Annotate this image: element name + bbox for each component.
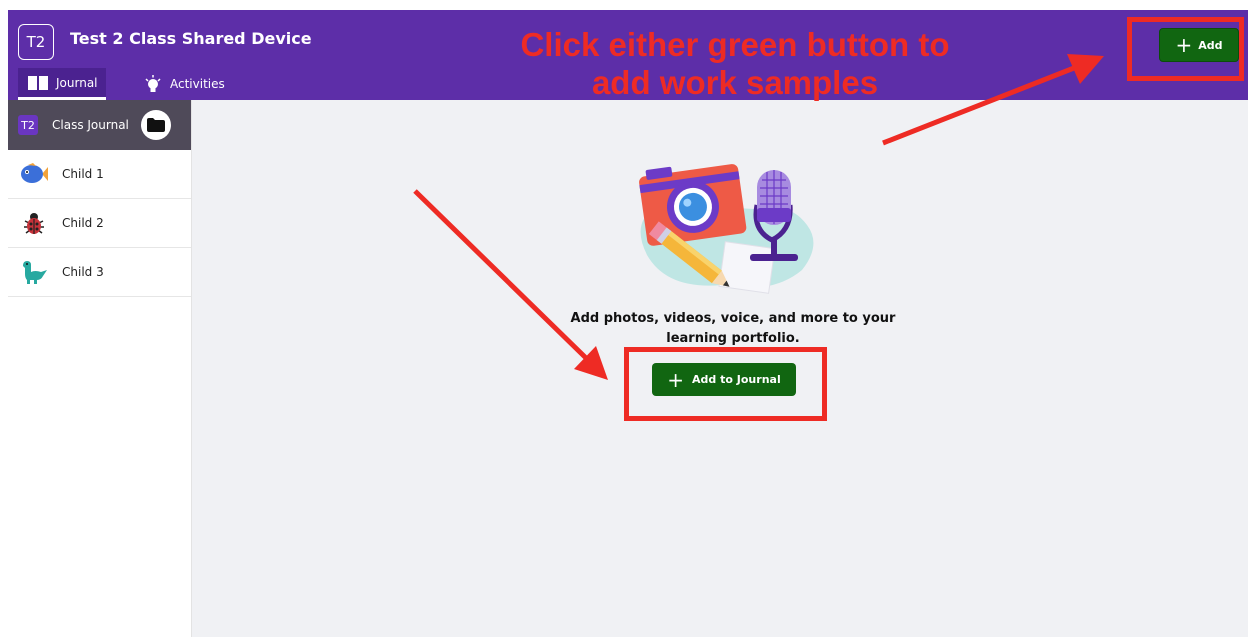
tab-activities[interactable]: Activities [140,68,225,100]
sidebar-item-child-2[interactable]: Child 2 [8,199,191,248]
class-badge[interactable]: T2 [18,24,54,60]
class-journal-badge: T2 [18,115,38,135]
book-icon [28,75,48,90]
sidebar-item-class-journal[interactable]: T2 Class Journal [8,100,191,150]
empty-state-message: Add photos, videos, voice, and more to y… [570,311,896,346]
tab-activities-label: Activities [170,77,225,91]
child-name: Child 3 [62,265,104,279]
folder-icon[interactable] [140,110,171,140]
sidebar-item-child-1[interactable]: Child 1 [8,150,191,199]
sidebar: T2 Class Journal Child 1 Child 2 Child 3 [8,100,192,637]
tab-journal-label: Journal [56,75,98,90]
fish-avatar [20,160,48,188]
lightbulb-icon [145,75,161,92]
child-name: Child 2 [62,216,104,230]
highlight-box-add-to-journal [624,347,827,421]
sidebar-item-child-3[interactable]: Child 3 [8,248,191,297]
dinosaur-avatar [20,258,48,286]
annotation-text: Click either green button to add work sa… [520,26,950,101]
class-title: Test 2 Class Shared Device [70,29,312,48]
class-journal-label: Class Journal [52,118,129,132]
tab-journal[interactable]: Journal [18,68,106,100]
camera-microphone-pencil-illustration [639,164,814,294]
app-window: T2 Test 2 Class Shared Device Journal Ac… [8,10,1248,637]
highlight-box-add-button [1127,17,1244,81]
ladybug-avatar [20,209,48,237]
child-name: Child 1 [62,167,104,181]
